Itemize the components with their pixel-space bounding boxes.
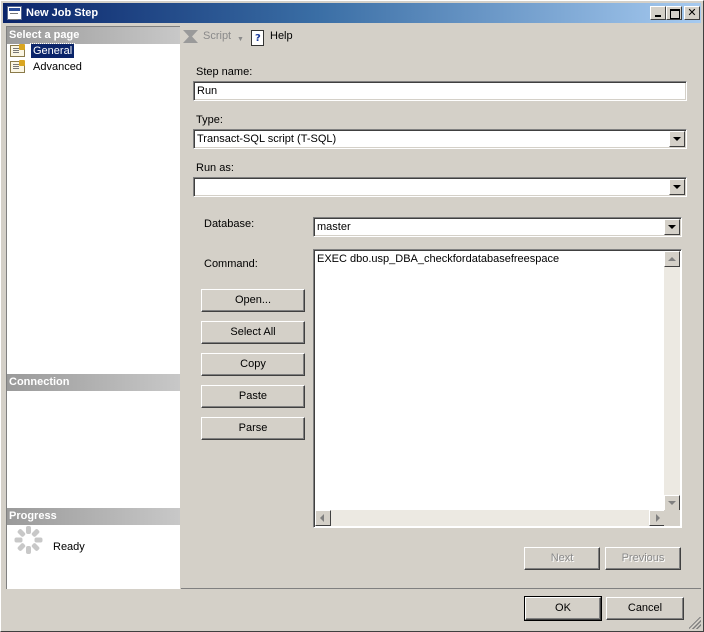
scroll-left-icon[interactable] bbox=[315, 510, 331, 526]
step-name-input[interactable]: Run bbox=[193, 81, 687, 101]
next-button[interactable]: Next bbox=[524, 547, 600, 570]
type-select[interactable]: Transact-SQL script (T-SQL) bbox=[193, 129, 687, 149]
toolbar: Script ▼ Help bbox=[181, 26, 700, 48]
scroll-up-icon[interactable] bbox=[664, 251, 680, 267]
maximize-button[interactable] bbox=[666, 6, 682, 20]
run-as-select[interactable] bbox=[193, 177, 687, 197]
new-job-step-dialog: New Job Step ✕ Select a page General Adv… bbox=[0, 0, 704, 632]
progress-spinner-icon bbox=[14, 525, 44, 555]
command-textarea[interactable]: EXEC dbo.usp_DBA_checkfordatabasefreespa… bbox=[313, 249, 682, 528]
paste-button[interactable]: Paste bbox=[201, 385, 305, 408]
progress-section: Ready bbox=[7, 508, 180, 590]
chevron-down-icon[interactable] bbox=[669, 131, 685, 147]
previous-button[interactable]: Previous bbox=[605, 547, 681, 570]
help-label: Help bbox=[270, 30, 293, 42]
properties-page-icon bbox=[10, 44, 25, 57]
command-label: Command: bbox=[204, 258, 258, 270]
chevron-down-icon[interactable] bbox=[664, 219, 680, 235]
scroll-right-icon[interactable] bbox=[649, 510, 665, 526]
scroll-down-icon[interactable] bbox=[664, 495, 680, 511]
type-select-value: Transact-SQL script (T-SQL) bbox=[197, 133, 337, 145]
title-bar[interactable]: New Job Step ✕ bbox=[3, 3, 701, 23]
database-select-value: master bbox=[317, 221, 351, 233]
database-label: Database: bbox=[204, 218, 255, 230]
resize-grip-icon[interactable] bbox=[689, 617, 701, 629]
script-icon bbox=[183, 30, 198, 43]
select-a-page-header: Select a page bbox=[7, 27, 180, 44]
connection-section bbox=[7, 391, 180, 508]
script-label: Script bbox=[203, 30, 232, 42]
help-icon bbox=[249, 29, 265, 46]
properties-page-icon bbox=[10, 60, 25, 73]
parse-button[interactable]: Parse bbox=[201, 417, 305, 440]
open-button[interactable]: Open... bbox=[201, 289, 305, 312]
chevron-down-icon: ▼ bbox=[237, 36, 244, 43]
vertical-scrollbar[interactable] bbox=[664, 251, 680, 511]
minimize-button[interactable] bbox=[650, 6, 666, 20]
scrollbar-corner bbox=[664, 510, 680, 526]
step-name-label: Step name: bbox=[196, 66, 253, 78]
connection-header: Connection bbox=[7, 374, 180, 391]
database-select[interactable]: master bbox=[313, 217, 682, 237]
page-selector-panel: Select a page General Advanced Connectio… bbox=[6, 26, 180, 589]
progress-status: Ready bbox=[53, 541, 85, 553]
window-title: New Job Step bbox=[26, 7, 99, 19]
select-all-button[interactable]: Select All bbox=[201, 321, 305, 344]
run-as-label: Run as: bbox=[196, 162, 234, 174]
chevron-down-icon[interactable] bbox=[669, 179, 685, 195]
close-icon: ✕ bbox=[687, 6, 697, 19]
page-item-label: General bbox=[29, 43, 76, 59]
type-label: Type: bbox=[196, 114, 223, 126]
command-text: EXEC dbo.usp_DBA_checkfordatabasefreespa… bbox=[317, 253, 560, 265]
close-button[interactable]: ✕ bbox=[684, 6, 700, 20]
copy-button[interactable]: Copy bbox=[201, 353, 305, 376]
footer-divider bbox=[181, 588, 701, 589]
ok-button[interactable]: OK bbox=[524, 596, 602, 621]
page-item-label: Advanced bbox=[33, 61, 82, 73]
app-icon bbox=[7, 6, 22, 20]
horizontal-scrollbar[interactable] bbox=[315, 510, 665, 526]
cancel-button[interactable]: Cancel bbox=[606, 597, 684, 620]
